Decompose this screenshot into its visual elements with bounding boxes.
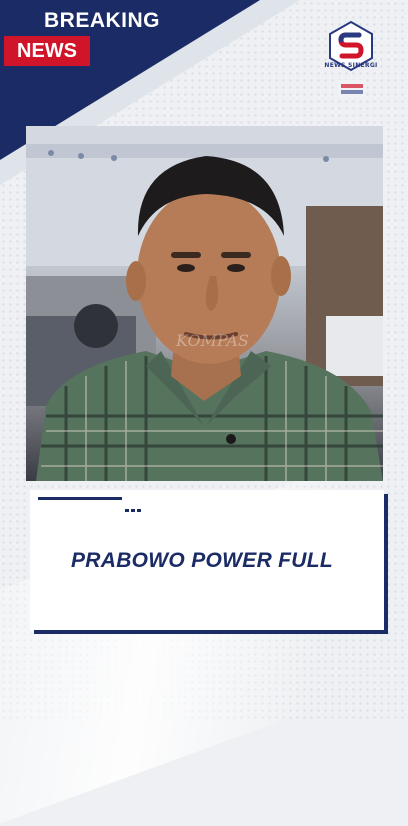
breaking-label: BREAKING [44, 9, 161, 32]
logo-badge-icon [338, 80, 366, 98]
news-label: NEWS [4, 36, 90, 66]
caption-accent-dots [125, 497, 143, 516]
presenter-image [26, 126, 383, 481]
headline-text: PRABOWO POWER FULL [70, 549, 334, 572]
logo-text: NEWS SINERGI [324, 62, 378, 69]
video-frame[interactable]: KOMPAS [26, 126, 383, 481]
video-watermark: KOMPAS [176, 331, 249, 350]
caption-accent-line [38, 497, 122, 500]
